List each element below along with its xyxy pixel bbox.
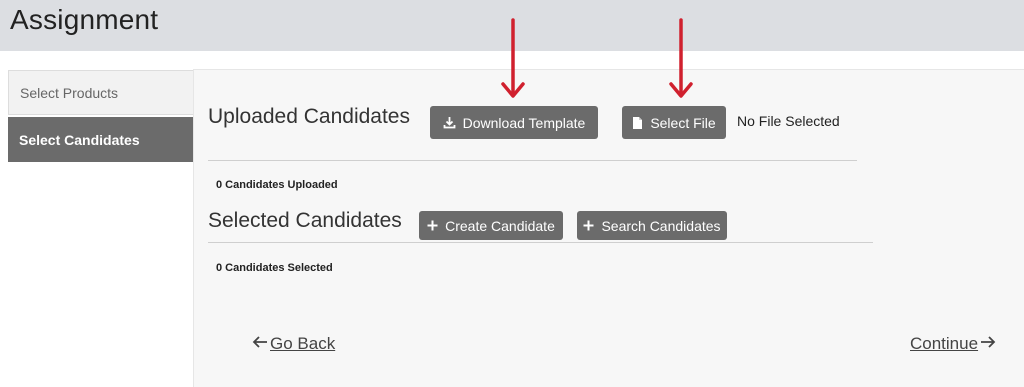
sidebar: Select Products Select Candidates (0, 51, 193, 387)
sidebar-item-select-products[interactable]: Select Products (8, 70, 193, 115)
selected-count-text: 0 Candidates Selected (216, 262, 333, 274)
annotation-arrow-select-file-icon (669, 18, 693, 98)
select-file-button[interactable]: Select File (622, 106, 726, 139)
download-template-label: Download Template (462, 114, 586, 131)
select-file-label: Select File (650, 114, 716, 131)
arrow-right-icon (980, 334, 996, 354)
continue-label: Continue (910, 334, 979, 353)
selected-divider (208, 242, 873, 243)
create-candidate-label: Create Candidate (445, 217, 555, 234)
uploaded-candidates-title: Uploaded Candidates (208, 105, 410, 128)
sidebar-item-label: Select Products (20, 84, 119, 101)
plus-icon (427, 220, 438, 231)
selected-candidates-title: Selected Candidates (208, 209, 402, 232)
download-template-button[interactable]: Download Template (430, 106, 598, 139)
search-candidates-button[interactable]: Search Candidates (577, 211, 727, 240)
go-back-label: Go Back (270, 334, 336, 353)
continue-link[interactable]: Continue (910, 334, 996, 354)
main-panel: Uploaded Candidates Download Template Se… (193, 69, 1024, 387)
page-title: Assignment (10, 4, 159, 35)
annotation-arrow-download-icon (501, 18, 525, 98)
file-icon (632, 116, 643, 130)
arrow-left-icon (252, 334, 268, 354)
file-status-text: No File Selected (737, 113, 840, 129)
create-candidate-button[interactable]: Create Candidate (419, 211, 563, 240)
go-back-link[interactable]: Go Back (252, 334, 335, 354)
uploaded-divider (208, 160, 857, 161)
download-icon (443, 116, 456, 129)
plus-icon (583, 220, 594, 231)
uploaded-count-text: 0 Candidates Uploaded (216, 179, 338, 191)
sidebar-item-select-candidates[interactable]: Select Candidates (8, 117, 193, 162)
search-candidates-label: Search Candidates (601, 217, 721, 234)
sidebar-item-label: Select Candidates (19, 131, 140, 148)
